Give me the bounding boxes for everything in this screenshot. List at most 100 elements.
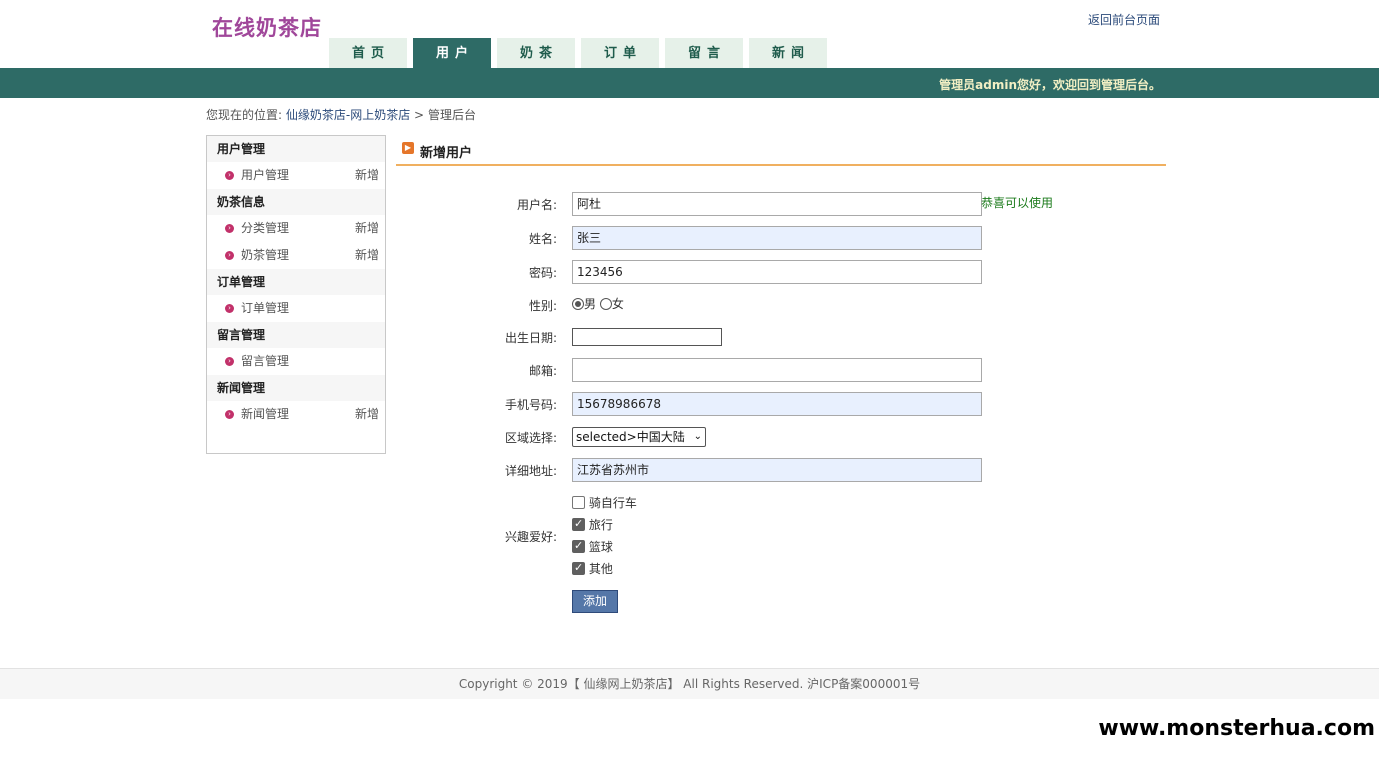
hobby-checkbox[interactable]	[572, 517, 585, 531]
header: 在线奶茶店 返回前台页面 首页 用户 奶茶 订单 留言 新闻	[0, 0, 1379, 68]
gender-options: 男 女	[572, 295, 624, 312]
sidebar-group-users: 用户管理	[207, 136, 385, 162]
phone-label: 手机号码:	[504, 398, 557, 412]
welcome-message: 管理员admin您好，欢迎回到管理后台。	[939, 78, 1161, 92]
hobbies-label: 兴趣爱好:	[504, 530, 557, 544]
region-label: 区域选择:	[504, 431, 557, 445]
form-row-region: 区域选择: selected>中国大陆 ⌄	[396, 427, 1166, 447]
sidebar-item-label[interactable]: 新闻管理	[241, 407, 289, 421]
gender-option-female[interactable]: 女	[612, 297, 624, 311]
form-row-hobbies: 兴趣爱好: 骑自行车 旅行 篮球 其他	[396, 492, 1166, 580]
hobby-option-other[interactable]: 其他	[572, 560, 613, 577]
content-title-bar: ▶ 新增用户	[396, 135, 1166, 166]
sidebar-group-milk-tea: 奶茶信息	[207, 189, 385, 215]
name-input[interactable]: 张三	[572, 226, 982, 250]
password-input[interactable]: 123456	[572, 260, 982, 284]
main-nav: 首页 用户 奶茶 订单 留言 新闻	[329, 38, 833, 68]
sidebar-item-message-manage[interactable]: › 留言管理	[207, 348, 385, 375]
breadcrumb-current: 管理后台	[427, 108, 476, 122]
back-to-frontend-link[interactable]: 返回前台页面	[1088, 11, 1160, 28]
form-row-submit: 添加	[396, 590, 1166, 614]
birthdate-input[interactable]	[572, 328, 722, 346]
address-input[interactable]: 江苏省苏州市	[572, 458, 982, 482]
breadcrumb-site-link[interactable]: 仙缘奶茶店-网上奶茶店	[286, 108, 410, 122]
hobby-option-bike[interactable]: 骑自行车	[572, 494, 637, 511]
sidebar-item-label[interactable]: 留言管理	[241, 354, 289, 368]
breadcrumb-separator: >	[414, 108, 425, 122]
gender-radio-male[interactable]	[572, 298, 584, 310]
footer: Copyright © 2019【 仙缘网上奶茶店】 All Rights Re…	[0, 668, 1379, 699]
page-title: 新增用户	[420, 146, 473, 161]
hobby-label: 旅行	[588, 518, 613, 532]
sidebar-group-news: 新闻管理	[207, 375, 385, 401]
gender-label: 性别:	[528, 299, 557, 313]
chevron-right-icon: ›	[225, 357, 234, 366]
sidebar-add-link[interactable]: 新增	[355, 242, 379, 269]
form-row-address: 详细地址: 江苏省苏州市	[396, 458, 1166, 482]
address-label: 详细地址:	[504, 464, 557, 478]
form-row-birthdate: 出生日期:	[396, 328, 1166, 346]
form-row-email: 邮箱:	[396, 358, 1166, 382]
sidebar-group-messages: 留言管理	[207, 322, 385, 348]
hobby-option-travel[interactable]: 旅行	[572, 516, 613, 533]
breadcrumb-prefix: 您现在的位置:	[206, 108, 283, 122]
sidebar-item-order-manage[interactable]: › 订单管理	[207, 295, 385, 322]
add-user-button[interactable]: 添加	[572, 590, 618, 613]
sidebar-item-label[interactable]: 用户管理	[241, 168, 289, 182]
hobby-label: 篮球	[588, 540, 613, 554]
form-row-phone: 手机号码: 15678986678	[396, 392, 1166, 416]
form-row-username: 用户名: 阿杜 恭喜可以使用	[396, 192, 1166, 216]
sidebar-add-link[interactable]: 新增	[355, 401, 379, 428]
form-row-name: 姓名: 张三	[396, 226, 1166, 250]
username-hint: 恭喜可以使用	[981, 196, 1054, 210]
email-input[interactable]	[572, 358, 982, 382]
footer-copyright: Copyright © 2019【 仙缘网上奶茶店】 All Rights Re…	[458, 677, 921, 691]
nav-tab-milk-tea[interactable]: 奶茶	[497, 38, 575, 68]
chevron-right-icon: ›	[225, 171, 234, 180]
nav-tab-home[interactable]: 首页	[329, 38, 407, 68]
hobby-label: 骑自行车	[588, 496, 637, 510]
sidebar-add-link[interactable]: 新增	[355, 215, 379, 242]
hobby-label: 其他	[588, 562, 613, 576]
chevron-right-icon: ›	[225, 224, 234, 233]
sidebar-item-user-manage[interactable]: › 用户管理 新增	[207, 162, 385, 189]
sidebar-group-orders: 订单管理	[207, 269, 385, 295]
sidebar-item-milk-tea-manage[interactable]: › 奶茶管理 新增	[207, 242, 385, 269]
gender-option-male[interactable]: 男	[584, 297, 596, 311]
hobby-checkbox[interactable]	[572, 539, 585, 553]
form-row-password: 密码: 123456	[396, 260, 1166, 284]
chevron-right-icon: ›	[225, 304, 234, 313]
top-bar: 管理员admin您好，欢迎回到管理后台。	[0, 68, 1379, 98]
sidebar-item-label[interactable]: 分类管理	[241, 221, 289, 235]
nav-tab-messages[interactable]: 留言	[665, 38, 743, 68]
site-logo[interactable]: 在线奶茶店	[212, 12, 322, 42]
chevron-right-icon: ›	[225, 410, 234, 419]
sidebar-item-label[interactable]: 奶茶管理	[241, 248, 289, 262]
sidebar-add-link[interactable]: 新增	[355, 162, 379, 189]
birthdate-label: 出生日期:	[504, 331, 557, 345]
watermark: www.monsterhua.com	[1098, 716, 1375, 741]
password-label: 密码:	[528, 266, 557, 280]
username-input[interactable]: 阿杜	[572, 192, 982, 216]
gender-radio-female[interactable]	[599, 298, 612, 310]
email-label: 邮箱:	[528, 364, 557, 378]
sidebar-item-news-manage[interactable]: › 新闻管理 新增	[207, 401, 385, 428]
region-select[interactable]: selected>中国大陆 ⌄	[572, 427, 706, 447]
hobby-checkbox[interactable]	[572, 561, 585, 575]
section-arrow-icon: ▶	[402, 142, 414, 154]
nav-tab-news[interactable]: 新闻	[749, 38, 827, 68]
chevron-right-icon: ›	[225, 251, 234, 260]
sidebar-item-category-manage[interactable]: › 分类管理 新增	[207, 215, 385, 242]
username-label: 用户名:	[516, 198, 557, 212]
nav-tab-users[interactable]: 用户	[413, 38, 491, 68]
sidebar-item-label[interactable]: 订单管理	[241, 301, 289, 315]
form-row-gender: 性别: 男 女	[396, 295, 1166, 315]
sidebar: 用户管理 › 用户管理 新增 奶茶信息 › 分类管理 新增 › 奶茶管理 新增 …	[206, 135, 386, 454]
breadcrumb: 您现在的位置: 仙缘奶茶店-网上奶茶店 > 管理后台	[206, 106, 476, 123]
hobby-checkbox[interactable]	[572, 496, 585, 509]
chevron-down-icon: ⌄	[693, 431, 702, 442]
hobby-option-basketball[interactable]: 篮球	[572, 538, 613, 555]
nav-tab-orders[interactable]: 订单	[581, 38, 659, 68]
region-select-value: selected>中国大陆	[576, 430, 685, 444]
phone-input[interactable]: 15678986678	[572, 392, 982, 416]
